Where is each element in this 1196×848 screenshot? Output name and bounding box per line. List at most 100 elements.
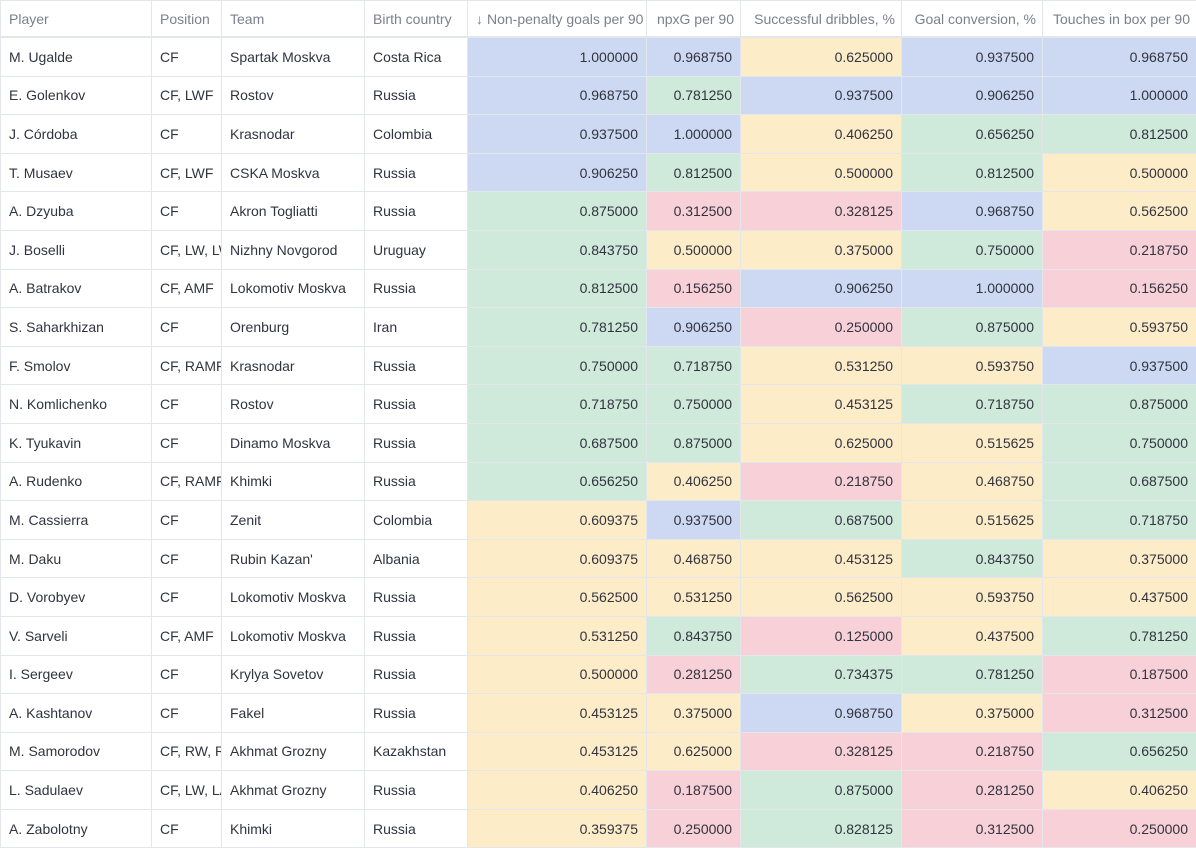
- table-row[interactable]: M. CassierraCFZenitColombia0.6093750.937…: [1, 501, 1196, 540]
- table-row[interactable]: V. SarveliCF, AMFLokomotiv MoskvaRussia0…: [1, 616, 1196, 655]
- value-cell: 0.968750: [902, 192, 1043, 231]
- value-cell: 0.875000: [902, 308, 1043, 347]
- value-cell: 0.562500: [741, 578, 902, 617]
- stats-table: PlayerPositionTeamBirth country↓Non-pena…: [0, 0, 1196, 848]
- player-cell: M. Cassierra: [1, 501, 152, 540]
- country-cell: Russia: [365, 809, 468, 848]
- team-cell: Khimki: [222, 462, 365, 501]
- player-cell: D. Vorobyev: [1, 578, 152, 617]
- value-cell: 0.281250: [902, 771, 1043, 810]
- table-row[interactable]: I. SergeevCFKrylya SovetovRussia0.500000…: [1, 655, 1196, 694]
- table-row[interactable]: L. SadulaevCF, LW, LAAkhmat GroznyRussia…: [1, 771, 1196, 810]
- column-header-label: Goal conversion, %: [915, 11, 1036, 27]
- country-cell: Russia: [365, 694, 468, 733]
- value-cell: 0.500000: [647, 230, 741, 269]
- column-header-birth-country[interactable]: Birth country: [365, 1, 468, 38]
- table-row[interactable]: J. CórdobaCFKrasnodarColombia0.9375001.0…: [1, 115, 1196, 154]
- value-cell: 0.843750: [647, 616, 741, 655]
- value-cell: 0.937500: [647, 501, 741, 540]
- table-row[interactable]: A. KashtanovCFFakelRussia0.4531250.37500…: [1, 694, 1196, 733]
- value-cell: 0.968750: [468, 76, 647, 115]
- value-cell: 0.125000: [741, 616, 902, 655]
- table-row[interactable]: D. VorobyevCFLokomotiv MoskvaRussia0.562…: [1, 578, 1196, 617]
- table-body: M. UgaldeCFSpartak MoskvaCosta Rica1.000…: [1, 37, 1196, 848]
- value-cell: 0.250000: [741, 308, 902, 347]
- team-cell: Fakel: [222, 694, 365, 733]
- team-cell: Akron Togliatti: [222, 192, 365, 231]
- column-header-touches-in-box-per-90[interactable]: Touches in box per 90: [1043, 1, 1196, 38]
- value-cell: 0.687500: [741, 501, 902, 540]
- value-cell: 0.406250: [647, 462, 741, 501]
- value-cell: 0.218750: [1043, 230, 1196, 269]
- player-cell: L. Sadulaev: [1, 771, 152, 810]
- table-row[interactable]: T. MusaevCF, LWFCSKA MoskvaRussia0.90625…: [1, 153, 1196, 192]
- country-cell: Russia: [365, 76, 468, 115]
- column-header-successful-dribbles[interactable]: Successful dribbles, %: [741, 1, 902, 38]
- value-cell: 0.359375: [468, 809, 647, 848]
- table-row[interactable]: A. DzyubaCFAkron TogliattiRussia0.875000…: [1, 192, 1196, 231]
- value-cell: 0.328125: [741, 732, 902, 771]
- table-row[interactable]: E. GolenkovCF, LWFRostovRussia0.9687500.…: [1, 76, 1196, 115]
- team-cell: Nizhny Novgorod: [222, 230, 365, 269]
- position-cell: CF, RAMF,: [152, 462, 222, 501]
- column-header-non-penalty-goals-per-90[interactable]: ↓Non-penalty goals per 90: [468, 1, 647, 38]
- player-cell: A. Dzyuba: [1, 192, 152, 231]
- value-cell: 0.312500: [1043, 694, 1196, 733]
- player-cell: I. Sergeev: [1, 655, 152, 694]
- column-header-label: npxG per 90: [657, 11, 734, 27]
- table-row[interactable]: S. SaharkhizanCFOrenburgIran0.7812500.90…: [1, 308, 1196, 347]
- value-cell: 0.562500: [468, 578, 647, 617]
- column-header-npxg-per-90[interactable]: npxG per 90: [647, 1, 741, 38]
- value-cell: 0.375000: [741, 230, 902, 269]
- table-row[interactable]: N. KomlichenkoCFRostovRussia0.7187500.75…: [1, 385, 1196, 424]
- value-cell: 0.718750: [647, 346, 741, 385]
- value-cell: 0.281250: [647, 655, 741, 694]
- player-cell: N. Komlichenko: [1, 385, 152, 424]
- column-header-label: Touches in box per 90: [1053, 11, 1190, 27]
- value-cell: 0.687500: [468, 423, 647, 462]
- value-cell: 0.812500: [902, 153, 1043, 192]
- team-cell: Lokomotiv Moskva: [222, 616, 365, 655]
- column-header-position[interactable]: Position: [152, 1, 222, 38]
- value-cell: 0.453125: [741, 539, 902, 578]
- player-cell: K. Tyukavin: [1, 423, 152, 462]
- table-row[interactable]: M. DakuCFRubin Kazan'Albania0.6093750.46…: [1, 539, 1196, 578]
- table-row[interactable]: A. ZabolotnyCFKhimkiRussia0.3593750.2500…: [1, 809, 1196, 848]
- value-cell: 0.656250: [468, 462, 647, 501]
- value-cell: 0.937500: [1043, 346, 1196, 385]
- table-row[interactable]: M. UgaldeCFSpartak MoskvaCosta Rica1.000…: [1, 37, 1196, 76]
- country-cell: Russia: [365, 192, 468, 231]
- table-row[interactable]: M. SamorodovCF, RW, RAAkhmat GroznyKazak…: [1, 732, 1196, 771]
- column-header-player[interactable]: Player: [1, 1, 152, 38]
- player-cell: S. Saharkhizan: [1, 308, 152, 347]
- table-row[interactable]: K. TyukavinCFDinamo MoskvaRussia0.687500…: [1, 423, 1196, 462]
- value-cell: 1.000000: [647, 115, 741, 154]
- table-row[interactable]: A. BatrakovCF, AMFLokomotiv MoskvaRussia…: [1, 269, 1196, 308]
- column-header-goal-conversion[interactable]: Goal conversion, %: [902, 1, 1043, 38]
- column-header-team[interactable]: Team: [222, 1, 365, 38]
- table-row[interactable]: A. RudenkoCF, RAMF,KhimkiRussia0.6562500…: [1, 462, 1196, 501]
- value-cell: 0.750000: [468, 346, 647, 385]
- value-cell: 0.718750: [902, 385, 1043, 424]
- country-cell: Russia: [365, 616, 468, 655]
- value-cell: 0.875000: [647, 423, 741, 462]
- value-cell: 0.562500: [1043, 192, 1196, 231]
- team-cell: Rostov: [222, 76, 365, 115]
- value-cell: 0.656250: [902, 115, 1043, 154]
- value-cell: 0.781250: [902, 655, 1043, 694]
- position-cell: CF: [152, 578, 222, 617]
- country-cell: Russia: [365, 385, 468, 424]
- team-cell: Dinamo Moskva: [222, 423, 365, 462]
- player-cell: A. Batrakov: [1, 269, 152, 308]
- team-cell: Rubin Kazan': [222, 539, 365, 578]
- value-cell: 0.250000: [1043, 809, 1196, 848]
- value-cell: 0.843750: [468, 230, 647, 269]
- value-cell: 0.906250: [468, 153, 647, 192]
- table-row[interactable]: F. SmolovCF, RAMFKrasnodarRussia0.750000…: [1, 346, 1196, 385]
- country-cell: Russia: [365, 655, 468, 694]
- table-row[interactable]: J. BoselliCF, LW, LWNizhny NovgorodUrugu…: [1, 230, 1196, 269]
- value-cell: 1.000000: [468, 37, 647, 76]
- team-cell: Akhmat Grozny: [222, 732, 365, 771]
- column-header-label: Non-penalty goals per 90: [487, 11, 643, 27]
- position-cell: CF, LWF: [152, 76, 222, 115]
